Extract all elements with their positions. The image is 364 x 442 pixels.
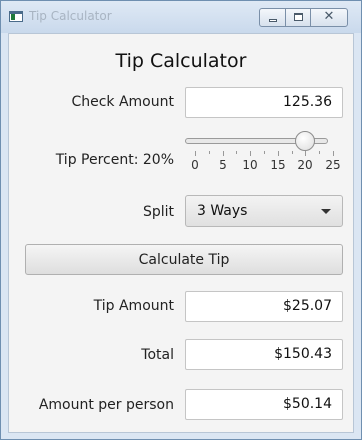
slider-tick-label: 25 xyxy=(325,158,341,172)
chevron-down-icon xyxy=(321,209,331,214)
slider-tick xyxy=(209,151,210,154)
close-button[interactable]: ✕ xyxy=(310,8,348,27)
total-field: $150.43 xyxy=(185,339,343,370)
tip-percent-label: Tip Percent: 20% xyxy=(55,152,174,168)
title-bar[interactable]: Tip Calculator ✕ xyxy=(1,1,361,33)
slider-tick-label: 10 xyxy=(242,158,258,172)
check-amount-input[interactable]: 125.36 xyxy=(185,87,343,118)
slider-tick-label: 0 xyxy=(191,158,199,172)
close-icon: ✕ xyxy=(323,9,335,24)
amount-per-person-label: Amount per person xyxy=(38,397,174,413)
total-label: Total xyxy=(141,347,174,363)
calculate-tip-button[interactable]: Calculate Tip xyxy=(25,244,343,275)
slider-tick xyxy=(236,151,237,154)
slider-tick-label: 15 xyxy=(270,158,286,172)
maximize-button[interactable] xyxy=(285,8,311,27)
split-selected-value: 3 Ways xyxy=(197,203,248,219)
split-label: Split xyxy=(142,204,174,220)
minimize-button[interactable] xyxy=(259,8,286,27)
page-title: Tip Calculator xyxy=(115,50,247,72)
slider-tick xyxy=(278,151,279,156)
tip-amount-label: Tip Amount xyxy=(93,298,174,314)
slider-tick xyxy=(195,151,196,156)
slider-tick xyxy=(305,151,306,156)
slider-tick-label: 20 xyxy=(297,158,313,172)
slider-tick-label: 5 xyxy=(219,158,227,172)
slider-tick xyxy=(292,151,293,154)
slider-tick xyxy=(319,151,320,154)
slider-tick xyxy=(333,151,334,156)
split-select[interactable]: 3 Ways xyxy=(185,195,343,227)
tip-amount-field: $25.07 xyxy=(185,291,343,322)
app-icon xyxy=(9,11,23,22)
app-window: Tip Calculator ✕ Tip Calculator Check Am… xyxy=(0,0,362,440)
slider-tick xyxy=(264,151,265,154)
slider-tick xyxy=(223,151,224,156)
amount-per-person-field: $50.14 xyxy=(185,389,343,420)
check-amount-label: Check Amount xyxy=(71,94,174,110)
window-title: Tip Calculator xyxy=(29,9,112,23)
tip-percent-slider-thumb[interactable] xyxy=(295,131,315,151)
slider-tick xyxy=(250,151,251,156)
